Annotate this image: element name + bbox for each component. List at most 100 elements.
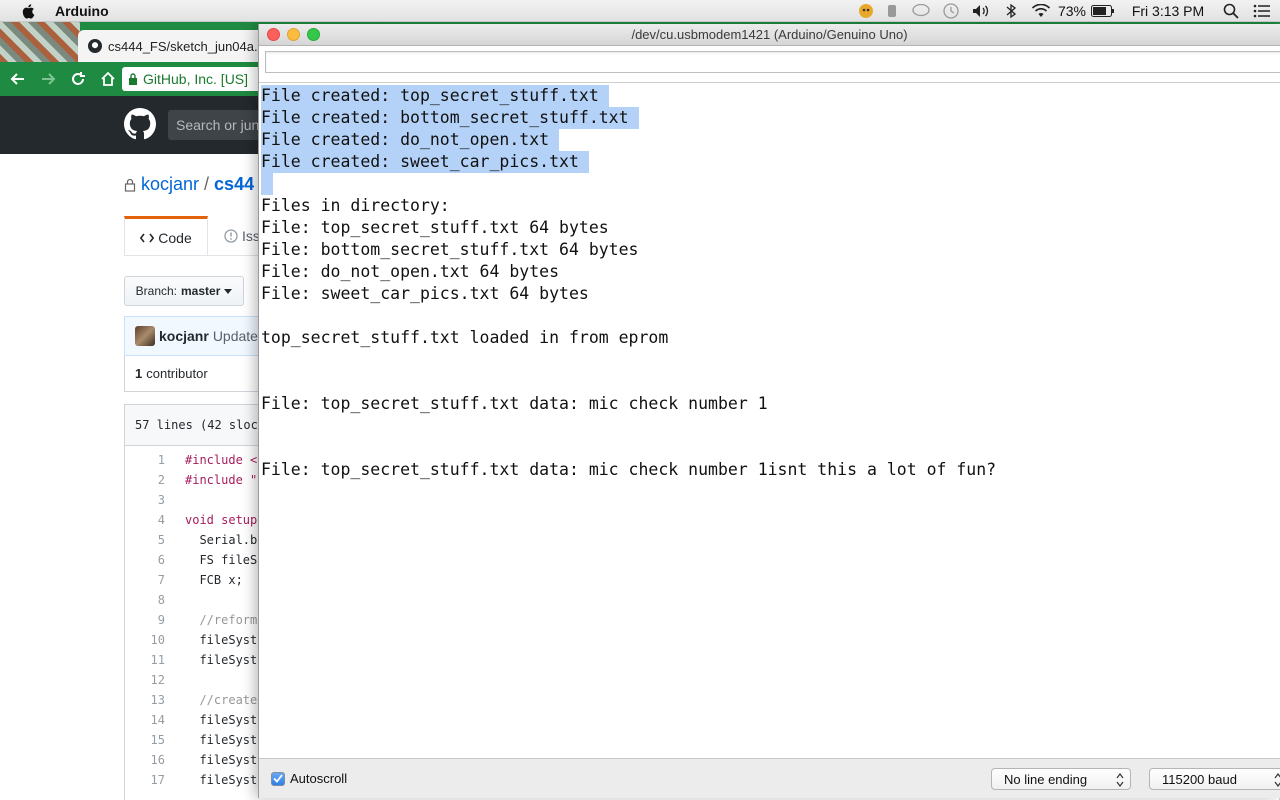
- contributor-label[interactable]: contributor: [146, 366, 207, 381]
- line-number[interactable]: 11: [125, 653, 165, 667]
- serial-output-line: File: bottom_secret_stuff.txt 64 bytes: [261, 240, 639, 259]
- private-lock-icon: [124, 178, 136, 192]
- selection-highlight: [261, 173, 273, 195]
- site-identity: GitHub, Inc. [US]: [143, 71, 249, 87]
- commit-author-link[interactable]: kocjanr: [159, 328, 209, 344]
- serial-output-line: top_secret_stuff.txt loaded in from epro…: [261, 328, 669, 347]
- line-number[interactable]: 17: [125, 773, 165, 787]
- line-number[interactable]: 16: [125, 753, 165, 767]
- back-arrow-icon[interactable]: [4, 65, 32, 93]
- messages-icon[interactable]: [906, 0, 936, 22]
- line-number[interactable]: 6: [125, 553, 165, 567]
- serial-output-line: File: top_secret_stuff.txt data: mic che…: [261, 394, 768, 413]
- volume-icon[interactable]: [966, 0, 996, 22]
- home-icon[interactable]: [94, 65, 122, 93]
- code-text: fileSyste: [185, 653, 265, 667]
- window-title: /dev/cu.usbmodem1421 (Arduino/Genuino Un…: [631, 27, 908, 42]
- forward-arrow-icon[interactable]: [34, 65, 62, 93]
- reload-icon[interactable]: [64, 65, 92, 93]
- time-machine-icon[interactable]: [936, 0, 966, 22]
- github-logo-icon[interactable]: [124, 108, 156, 140]
- code-text: fileSyst: [185, 633, 258, 647]
- code-text: fileSyst: [185, 773, 258, 787]
- line-number[interactable]: 10: [125, 633, 165, 647]
- line-number[interactable]: 5: [125, 533, 165, 547]
- browser-theme-decoration: [0, 22, 80, 62]
- autoscroll-control[interactable]: Autoscroll: [271, 771, 347, 786]
- autoscroll-label: Autoscroll: [290, 771, 348, 786]
- line-number[interactable]: 9: [125, 613, 165, 627]
- code-text: FS fileS: [185, 553, 258, 567]
- browser-tab[interactable]: cs444_FS/sketch_jun04a.: [78, 30, 278, 62]
- line-number[interactable]: 1: [125, 453, 165, 467]
- serial-output-line: Files in directory:: [261, 196, 450, 215]
- file-info: 57 lines (42 sloc: [135, 418, 258, 432]
- clock[interactable]: Fri 3:13 PM: [1118, 0, 1218, 22]
- serial-output-line: File created: sweet_car_pics.txt: [261, 151, 589, 173]
- code-text: fileSyst: [185, 733, 258, 747]
- battery-percent: 73%: [1057, 3, 1087, 19]
- repo-name-link[interactable]: cs44: [214, 174, 254, 195]
- select-arrows-icon: [1116, 773, 1124, 787]
- serial-output-line: File: top_secret_stuff.txt 64 bytes: [261, 218, 609, 237]
- app-status-icon[interactable]: [854, 0, 878, 22]
- serial-output-line: File created: top_secret_stuff.txt: [261, 85, 609, 107]
- code-text: Serial.b: [185, 533, 258, 547]
- serial-output-line: File: sweet_car_pics.txt 64 bytes: [261, 284, 589, 303]
- code-text: FCB x;: [185, 573, 243, 587]
- code-text: //reforma: [185, 613, 265, 627]
- autoscroll-checkbox[interactable]: [271, 771, 285, 786]
- checkmark-icon: [273, 774, 283, 783]
- tab-code[interactable]: Code: [124, 216, 208, 256]
- select-arrows-icon: [1274, 773, 1280, 787]
- baud-rate-select[interactable]: 115200 baud: [1149, 768, 1280, 790]
- line-number[interactable]: 7: [125, 573, 165, 587]
- serial-bottom-bar: Autoscroll No line ending 115200 baud: [259, 758, 1280, 798]
- serial-output-area[interactable]: File created: top_secret_stuff.txt File …: [259, 82, 1280, 758]
- code-text: void setup: [185, 513, 258, 527]
- repo-title: kocjanr / cs44: [124, 174, 254, 195]
- menu-bar: Arduino 73% Fri 3:13 PM: [0, 0, 1280, 22]
- serial-output-line: File created: bottom_secret_stuff.txt: [261, 107, 639, 129]
- line-number[interactable]: 14: [125, 713, 165, 727]
- browser-tab-title: cs444_FS/sketch_jun04a.: [108, 38, 258, 54]
- line-number[interactable]: 3: [125, 493, 165, 507]
- contributor-count: 1: [135, 366, 143, 381]
- window-title-bar[interactable]: /dev/cu.usbmodem1421 (Arduino/Genuino Un…: [259, 24, 1280, 46]
- code-text: #include <: [185, 453, 258, 467]
- code-text: #include ": [185, 473, 258, 487]
- issue-icon: [224, 229, 238, 243]
- caret-down-icon: [224, 288, 233, 294]
- serial-output-line: File created: do_not_open.txt: [261, 129, 560, 151]
- code-text: fileSyst: [185, 753, 258, 767]
- tab-issues[interactable]: Iss: [224, 228, 260, 244]
- serial-send-input[interactable]: [265, 51, 1280, 73]
- line-number[interactable]: 4: [125, 513, 165, 527]
- serial-monitor-window: /dev/cu.usbmodem1421 (Arduino/Genuino Un…: [258, 24, 1280, 798]
- line-number[interactable]: 8: [125, 593, 165, 607]
- github-favicon-icon: [88, 39, 102, 53]
- notification-center-icon[interactable]: [1244, 0, 1280, 22]
- repo-owner-link[interactable]: kocjanr: [141, 174, 199, 195]
- code-icon: [140, 233, 155, 242]
- code-text: //create: [185, 693, 258, 707]
- branch-select-button[interactable]: Branch: master: [124, 276, 244, 306]
- lock-icon: [129, 73, 137, 85]
- commit-message-link[interactable]: Update: [213, 328, 258, 344]
- avatar[interactable]: [135, 326, 155, 346]
- app-menu-name[interactable]: Arduino: [55, 3, 109, 19]
- line-number[interactable]: 2: [125, 473, 165, 487]
- line-number[interactable]: 15: [125, 733, 165, 747]
- spotlight-search-icon[interactable]: [1218, 0, 1244, 22]
- wifi-icon[interactable]: [1026, 0, 1056, 22]
- bluetooth-icon[interactable]: [996, 0, 1026, 22]
- line-number[interactable]: 13: [125, 693, 165, 707]
- line-number[interactable]: 12: [125, 673, 165, 687]
- line-ending-select[interactable]: No line ending: [991, 768, 1131, 790]
- code-text: fileSyst: [185, 713, 258, 727]
- battery-icon[interactable]: [1088, 0, 1118, 22]
- bluetooth-device-icon[interactable]: [878, 0, 906, 22]
- apple-menu-icon[interactable]: [20, 2, 38, 20]
- serial-output-line: File: do_not_open.txt 64 bytes: [261, 262, 560, 281]
- repo-path-separator: /: [204, 174, 210, 194]
